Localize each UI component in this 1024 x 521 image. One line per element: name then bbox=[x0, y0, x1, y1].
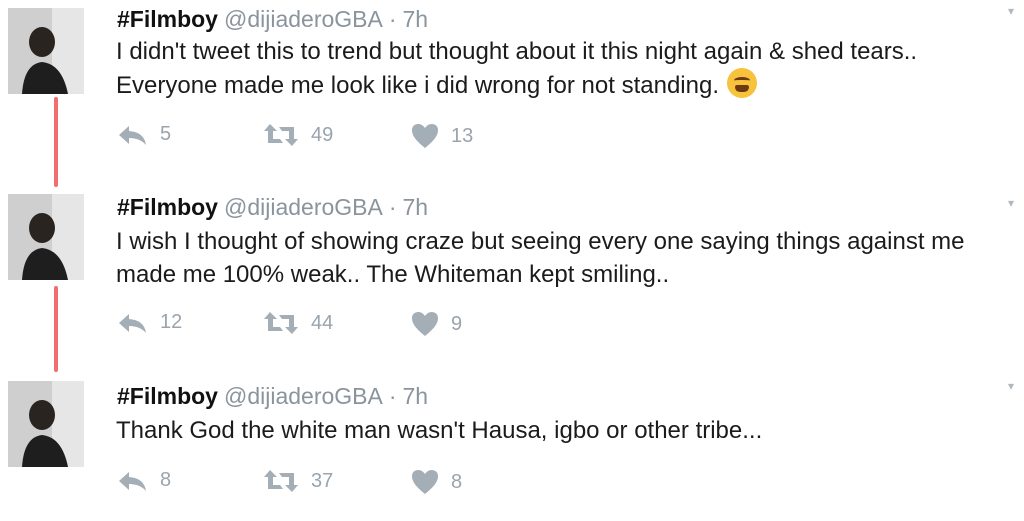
thread-line bbox=[54, 286, 58, 372]
timestamp[interactable]: 7h bbox=[403, 194, 429, 220]
retweet-icon bbox=[264, 312, 298, 334]
retweet-count: 44 bbox=[311, 311, 334, 334]
avatar-photo bbox=[8, 381, 84, 467]
reply-icon bbox=[119, 313, 146, 333]
tweet-text: Thank God the white man wasn't Hausa, ig… bbox=[116, 414, 1021, 447]
tweet-text-line: made me 100% weak.. The Whiteman kept sm… bbox=[116, 261, 670, 288]
tweet-text-line: I didn't tweet this to trend but thought… bbox=[116, 38, 918, 65]
user-handle[interactable]: @dijiaderoGBA bbox=[224, 383, 383, 409]
tweet-header: #Filmboy @dijiaderoGBA · 7h bbox=[117, 383, 428, 409]
tweet-text: I wish I thought of showing craze but se… bbox=[116, 225, 1021, 291]
tweet-text: I didn't tweet this to trend but thought… bbox=[116, 35, 1021, 102]
reply-button[interactable]: 8 bbox=[118, 469, 171, 492]
reply-count: 8 bbox=[160, 469, 172, 491]
avatar[interactable] bbox=[8, 8, 84, 94]
like-count: 13 bbox=[451, 124, 474, 147]
retweet-icon bbox=[264, 124, 298, 146]
heart-icon bbox=[412, 470, 438, 494]
retweet-button[interactable]: 44 bbox=[263, 311, 333, 335]
reply-count: 12 bbox=[160, 311, 183, 333]
tweet[interactable]: #Filmboy @dijiaderoGBA · 7h ▾ Thank God the… bbox=[0, 375, 1024, 521]
like-count: 9 bbox=[451, 312, 463, 335]
display-name[interactable]: #Filmboy bbox=[117, 6, 218, 32]
tweet-text-line: I wish I thought of showing craze but se… bbox=[116, 228, 965, 255]
tweet-header: #Filmboy @dijiaderoGBA · 7h bbox=[117, 6, 428, 32]
separator: · bbox=[388, 383, 397, 409]
separator: · bbox=[388, 194, 397, 220]
like-button[interactable]: 13 bbox=[411, 123, 473, 149]
heart-icon bbox=[412, 312, 438, 336]
heart-icon bbox=[412, 124, 438, 148]
reply-icon bbox=[119, 125, 146, 145]
retweet-icon bbox=[264, 470, 298, 492]
like-button[interactable]: 9 bbox=[411, 311, 462, 337]
user-handle[interactable]: @dijiaderoGBA bbox=[224, 194, 383, 220]
display-name[interactable]: #Filmboy bbox=[117, 194, 218, 220]
retweet-count: 37 bbox=[311, 469, 334, 492]
reply-button[interactable]: 5 bbox=[118, 123, 171, 146]
reply-count: 5 bbox=[160, 123, 172, 145]
retweet-button[interactable]: 49 bbox=[263, 123, 333, 147]
retweet-count: 49 bbox=[311, 123, 334, 146]
tweet-text-line: Thank God the white man wasn't Hausa, ig… bbox=[116, 417, 763, 444]
thread-line bbox=[54, 97, 58, 187]
like-button[interactable]: 8 bbox=[411, 469, 462, 495]
weary-face-emoji-icon bbox=[727, 68, 757, 98]
reply-button[interactable]: 12 bbox=[118, 311, 182, 334]
timestamp[interactable]: 7h bbox=[403, 383, 429, 409]
avatar[interactable] bbox=[8, 194, 84, 280]
avatar[interactable] bbox=[8, 381, 84, 467]
reply-icon bbox=[119, 471, 146, 491]
chevron-down-icon[interactable]: ▾ bbox=[1008, 379, 1014, 393]
tweet-header: #Filmboy @dijiaderoGBA · 7h bbox=[117, 194, 428, 220]
tweet-text-line: Everyone made me look like i did wrong f… bbox=[116, 68, 1021, 102]
chevron-down-icon[interactable]: ▾ bbox=[1008, 196, 1014, 210]
like-count: 8 bbox=[451, 470, 463, 493]
separator: · bbox=[388, 6, 397, 32]
tweet[interactable]: #Filmboy @dijiaderoGBA · 7h ▾ I wish I thou… bbox=[0, 190, 1024, 375]
retweet-button[interactable]: 37 bbox=[263, 469, 333, 493]
avatar-photo bbox=[8, 8, 84, 94]
user-handle[interactable]: @dijiaderoGBA bbox=[224, 6, 383, 32]
tweet[interactable]: #Filmboy @dijiaderoGBA · 7h ▾ I didn't twee… bbox=[0, 0, 1024, 190]
chevron-down-icon[interactable]: ▾ bbox=[1008, 4, 1014, 18]
timestamp[interactable]: 7h bbox=[403, 6, 429, 32]
tweet-text-line-content: Everyone made me look like i did wrong f… bbox=[116, 72, 719, 99]
avatar-photo bbox=[8, 194, 84, 280]
display-name[interactable]: #Filmboy bbox=[117, 383, 218, 409]
